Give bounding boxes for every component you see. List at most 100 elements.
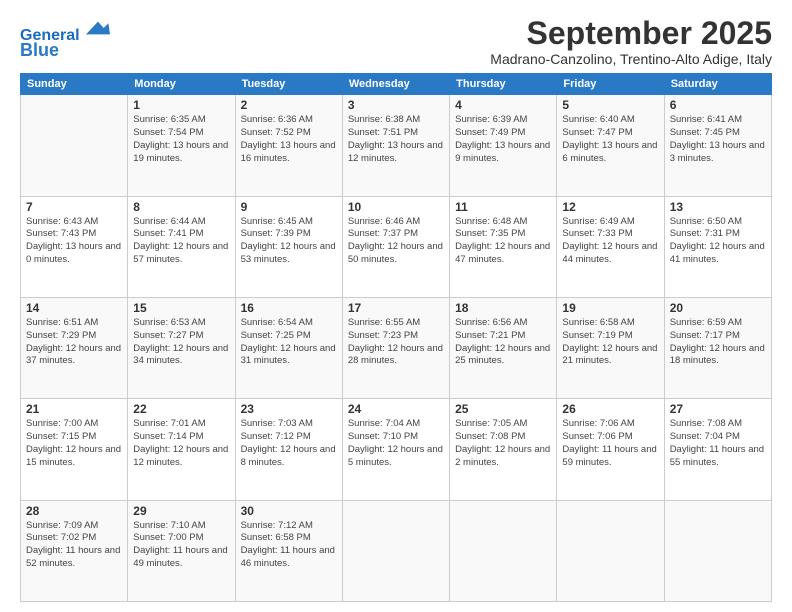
sunrise-text: Sunrise: 6:55 AM — [348, 317, 420, 328]
daylight-text: Daylight: 11 hours and 49 minutes. — [133, 545, 227, 569]
daylight-text: Daylight: 12 hours and 18 minutes. — [670, 343, 765, 367]
sunrise-text: Sunrise: 6:50 AM — [670, 216, 742, 227]
calendar-table: Sunday Monday Tuesday Wednesday Thursday… — [20, 73, 772, 602]
daylight-text: Daylight: 12 hours and 5 minutes. — [348, 444, 443, 468]
sunrise-text: Sunrise: 7:12 AM — [241, 520, 313, 531]
sunset-text: Sunset: 7:27 PM — [133, 330, 203, 341]
day-number: 2 — [241, 98, 337, 112]
sunrise-text: Sunrise: 7:09 AM — [26, 520, 98, 531]
day-number: 16 — [241, 301, 337, 315]
day-number: 22 — [133, 402, 229, 416]
month-title: September 2025 — [490, 16, 772, 51]
col-saturday: Saturday — [664, 74, 771, 95]
day-number: 4 — [455, 98, 551, 112]
sunset-text: Sunset: 7:21 PM — [455, 330, 525, 341]
day-info: Sunrise: 6:54 AM Sunset: 7:25 PM Dayligh… — [241, 317, 337, 368]
day-info: Sunrise: 6:40 AM Sunset: 7:47 PM Dayligh… — [562, 114, 658, 165]
daylight-text: Daylight: 13 hours and 0 minutes. — [26, 241, 121, 265]
sunrise-text: Sunrise: 6:36 AM — [241, 114, 313, 125]
day-info: Sunrise: 6:44 AM Sunset: 7:41 PM Dayligh… — [133, 216, 229, 267]
sunrise-text: Sunrise: 7:06 AM — [562, 418, 634, 429]
calendar-cell: 8 Sunrise: 6:44 AM Sunset: 7:41 PM Dayli… — [128, 196, 235, 297]
col-wednesday: Wednesday — [342, 74, 449, 95]
day-info: Sunrise: 6:43 AM Sunset: 7:43 PM Dayligh… — [26, 216, 122, 267]
sunrise-text: Sunrise: 6:45 AM — [241, 216, 313, 227]
daylight-text: Daylight: 13 hours and 19 minutes. — [133, 140, 228, 164]
calendar-week-5: 28 Sunrise: 7:09 AM Sunset: 7:02 PM Dayl… — [21, 500, 772, 601]
day-number: 18 — [455, 301, 551, 315]
day-info: Sunrise: 6:49 AM Sunset: 7:33 PM Dayligh… — [562, 216, 658, 267]
calendar-cell: 16 Sunrise: 6:54 AM Sunset: 7:25 PM Dayl… — [235, 297, 342, 398]
sunrise-text: Sunrise: 6:46 AM — [348, 216, 420, 227]
calendar-cell: 9 Sunrise: 6:45 AM Sunset: 7:39 PM Dayli… — [235, 196, 342, 297]
col-thursday: Thursday — [450, 74, 557, 95]
col-sunday: Sunday — [21, 74, 128, 95]
sunset-text: Sunset: 7:23 PM — [348, 330, 418, 341]
day-number: 30 — [241, 504, 337, 518]
sunrise-text: Sunrise: 7:00 AM — [26, 418, 98, 429]
day-info: Sunrise: 7:08 AM Sunset: 7:04 PM Dayligh… — [670, 418, 766, 469]
sunrise-text: Sunrise: 7:01 AM — [133, 418, 205, 429]
sunrise-text: Sunrise: 6:59 AM — [670, 317, 742, 328]
sunset-text: Sunset: 7:15 PM — [26, 431, 96, 442]
daylight-text: Daylight: 12 hours and 28 minutes. — [348, 343, 443, 367]
calendar-cell: 12 Sunrise: 6:49 AM Sunset: 7:33 PM Dayl… — [557, 196, 664, 297]
calendar-cell: 28 Sunrise: 7:09 AM Sunset: 7:02 PM Dayl… — [21, 500, 128, 601]
day-info: Sunrise: 6:50 AM Sunset: 7:31 PM Dayligh… — [670, 216, 766, 267]
daylight-text: Daylight: 12 hours and 12 minutes. — [133, 444, 228, 468]
day-info: Sunrise: 7:06 AM Sunset: 7:06 PM Dayligh… — [562, 418, 658, 469]
calendar-cell: 13 Sunrise: 6:50 AM Sunset: 7:31 PM Dayl… — [664, 196, 771, 297]
header-row: Sunday Monday Tuesday Wednesday Thursday… — [21, 74, 772, 95]
sunrise-text: Sunrise: 6:49 AM — [562, 216, 634, 227]
calendar-cell: 27 Sunrise: 7:08 AM Sunset: 7:04 PM Dayl… — [664, 399, 771, 500]
day-info: Sunrise: 6:46 AM Sunset: 7:37 PM Dayligh… — [348, 216, 444, 267]
sunrise-text: Sunrise: 6:54 AM — [241, 317, 313, 328]
sunset-text: Sunset: 7:49 PM — [455, 127, 525, 138]
sunset-text: Sunset: 7:41 PM — [133, 228, 203, 239]
calendar-week-4: 21 Sunrise: 7:00 AM Sunset: 7:15 PM Dayl… — [21, 399, 772, 500]
calendar-cell: 1 Sunrise: 6:35 AM Sunset: 7:54 PM Dayli… — [128, 95, 235, 196]
day-number: 10 — [348, 200, 444, 214]
day-info: Sunrise: 6:58 AM Sunset: 7:19 PM Dayligh… — [562, 317, 658, 368]
sunrise-text: Sunrise: 7:05 AM — [455, 418, 527, 429]
sunset-text: Sunset: 7:47 PM — [562, 127, 632, 138]
sunrise-text: Sunrise: 6:44 AM — [133, 216, 205, 227]
sunset-text: Sunset: 7:04 PM — [670, 431, 740, 442]
day-info: Sunrise: 6:36 AM Sunset: 7:52 PM Dayligh… — [241, 114, 337, 165]
location-title: Madrano-Canzolino, Trentino-Alto Adige, … — [490, 51, 772, 67]
calendar-cell: 6 Sunrise: 6:41 AM Sunset: 7:45 PM Dayli… — [664, 95, 771, 196]
sunrise-text: Sunrise: 6:56 AM — [455, 317, 527, 328]
sunrise-text: Sunrise: 6:51 AM — [26, 317, 98, 328]
day-info: Sunrise: 6:35 AM Sunset: 7:54 PM Dayligh… — [133, 114, 229, 165]
day-number: 8 — [133, 200, 229, 214]
sunset-text: Sunset: 7:33 PM — [562, 228, 632, 239]
calendar-cell: 21 Sunrise: 7:00 AM Sunset: 7:15 PM Dayl… — [21, 399, 128, 500]
daylight-text: Daylight: 12 hours and 41 minutes. — [670, 241, 765, 265]
day-number: 28 — [26, 504, 122, 518]
day-number: 23 — [241, 402, 337, 416]
day-info: Sunrise: 6:39 AM Sunset: 7:49 PM Dayligh… — [455, 114, 551, 165]
day-info: Sunrise: 6:51 AM Sunset: 7:29 PM Dayligh… — [26, 317, 122, 368]
daylight-text: Daylight: 12 hours and 25 minutes. — [455, 343, 550, 367]
col-friday: Friday — [557, 74, 664, 95]
day-info: Sunrise: 7:03 AM Sunset: 7:12 PM Dayligh… — [241, 418, 337, 469]
sunrise-text: Sunrise: 7:10 AM — [133, 520, 205, 531]
day-number: 24 — [348, 402, 444, 416]
sunset-text: Sunset: 7:19 PM — [562, 330, 632, 341]
day-number: 17 — [348, 301, 444, 315]
day-info: Sunrise: 6:56 AM Sunset: 7:21 PM Dayligh… — [455, 317, 551, 368]
day-info: Sunrise: 7:00 AM Sunset: 7:15 PM Dayligh… — [26, 418, 122, 469]
day-info: Sunrise: 6:59 AM Sunset: 7:17 PM Dayligh… — [670, 317, 766, 368]
day-info: Sunrise: 6:38 AM Sunset: 7:51 PM Dayligh… — [348, 114, 444, 165]
calendar-cell — [664, 500, 771, 601]
day-number: 15 — [133, 301, 229, 315]
sunrise-text: Sunrise: 7:03 AM — [241, 418, 313, 429]
sunrise-text: Sunrise: 6:41 AM — [670, 114, 742, 125]
daylight-text: Daylight: 12 hours and 34 minutes. — [133, 343, 228, 367]
day-number: 19 — [562, 301, 658, 315]
sunrise-text: Sunrise: 6:58 AM — [562, 317, 634, 328]
day-number: 29 — [133, 504, 229, 518]
sunrise-text: Sunrise: 6:40 AM — [562, 114, 634, 125]
calendar-cell: 11 Sunrise: 6:48 AM Sunset: 7:35 PM Dayl… — [450, 196, 557, 297]
sunrise-text: Sunrise: 6:39 AM — [455, 114, 527, 125]
